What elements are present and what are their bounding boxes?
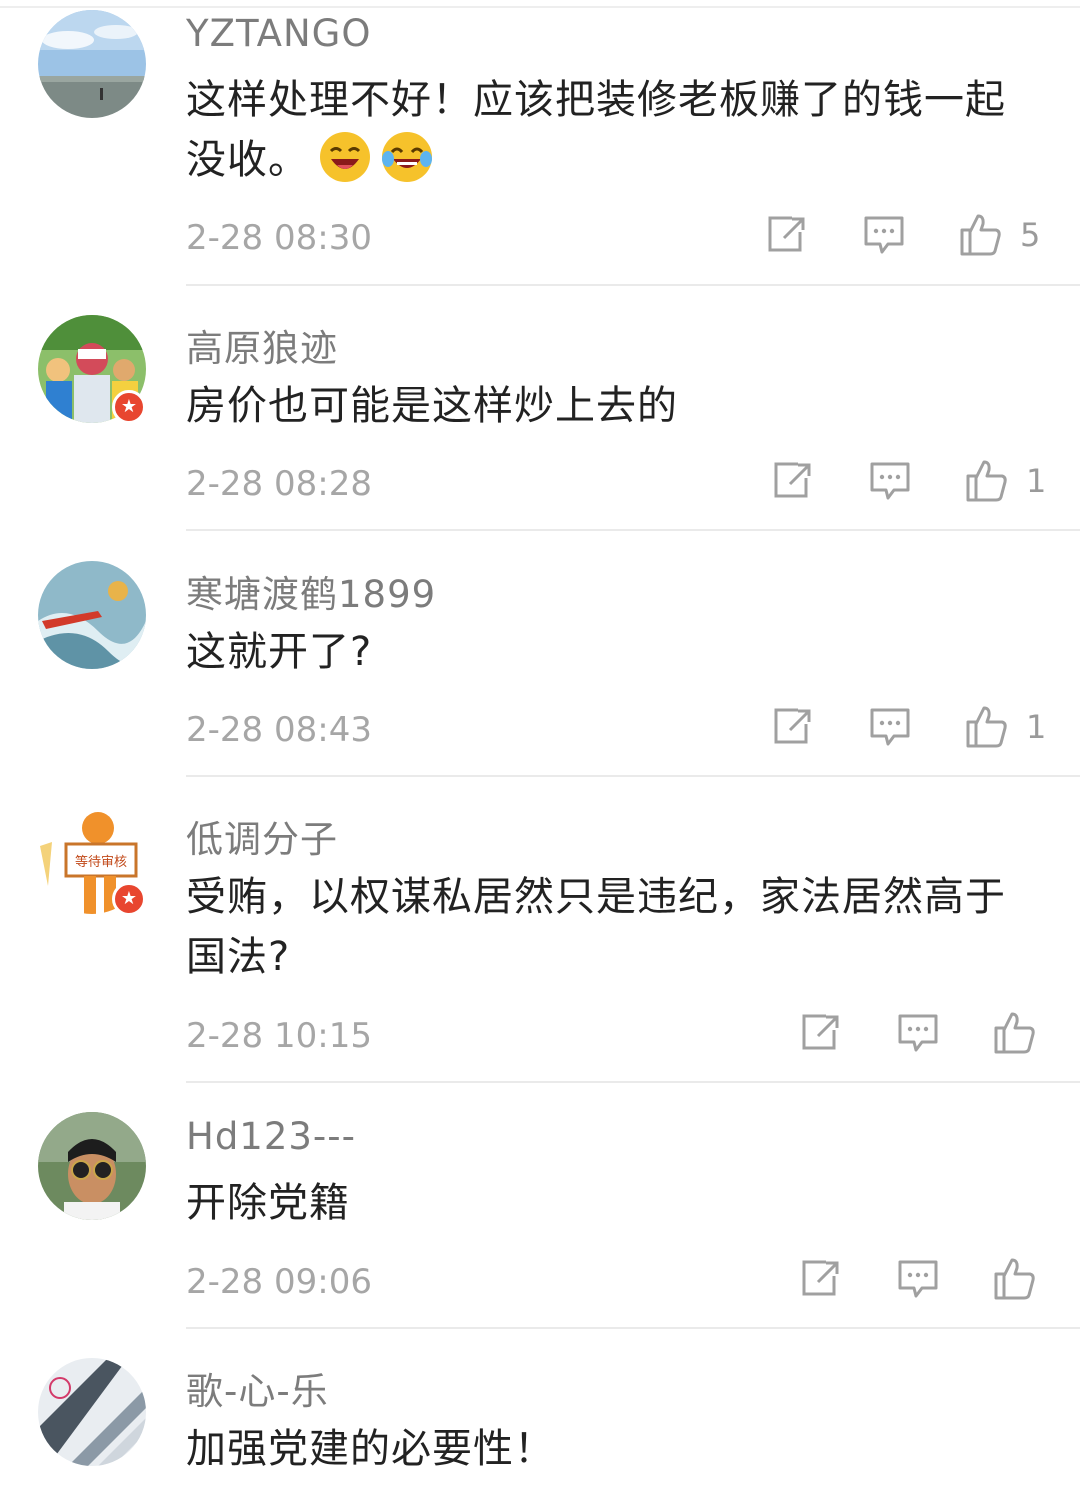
repost-icon[interactable]: [796, 1254, 848, 1306]
timestamp: 2-28 10:15: [186, 1016, 372, 1056]
comment-meta: 2-28 08:30 5: [0, 210, 1080, 270]
repost-icon[interactable]: [762, 210, 814, 262]
comment-text: 这样处理不好！应该把装修老板赚了的钱一起没收。: [186, 70, 1026, 190]
avatar[interactable]: [38, 1112, 146, 1220]
like-icon[interactable]: [956, 210, 1008, 262]
comment-text: 这就开了?: [186, 629, 373, 675]
username[interactable]: 低调分子: [186, 809, 338, 863]
timestamp: 2-28 09:06: [186, 1262, 372, 1302]
divider: [186, 529, 1080, 531]
tears-of-joy-emoji-icon: [381, 131, 433, 183]
repost-icon[interactable]: [768, 702, 820, 754]
laughing-emoji-icon: [319, 131, 371, 183]
reply-icon[interactable]: [894, 1008, 946, 1060]
timestamp: 2-28 08:28: [186, 464, 372, 504]
reply-icon[interactable]: [894, 1254, 946, 1306]
divider: [186, 1327, 1080, 1329]
comment-text: 开除党籍: [186, 1180, 350, 1226]
like-icon[interactable]: [962, 456, 1014, 508]
reply-icon[interactable]: [866, 702, 918, 754]
avatar[interactable]: [38, 1358, 146, 1466]
timestamp: 2-28 08:43: [186, 710, 372, 750]
like-icon[interactable]: [962, 702, 1014, 754]
comment-meta: 2-28 09:06: [0, 1254, 1080, 1314]
comment-text: 加强党建的必要性！: [186, 1426, 555, 1472]
like-icon[interactable]: [990, 1008, 1042, 1060]
avatar[interactable]: [38, 10, 146, 118]
divider: [186, 775, 1080, 777]
like-count: 5: [1020, 216, 1041, 254]
comment-text: 受贿，以权谋私居然只是违纪，家法居然高于国法?: [186, 874, 1006, 980]
comment-text: 房价也可能是这样炒上去的: [186, 383, 678, 429]
avatar-sign-text: 等待审核: [75, 854, 127, 870]
like-icon[interactable]: [990, 1254, 1042, 1306]
divider: [186, 1081, 1080, 1083]
comment-meta: 2-28 08:43 1: [0, 702, 1080, 762]
avatar[interactable]: [38, 561, 146, 669]
top-divider: [0, 6, 1080, 8]
timestamp: 2-28 08:30: [186, 218, 372, 258]
username[interactable]: 高原狼迹: [186, 318, 338, 372]
divider: [186, 284, 1080, 286]
username[interactable]: Hd123---: [186, 1115, 356, 1158]
comment-meta: 2-28 08:28 1: [0, 456, 1080, 516]
repost-icon[interactable]: [768, 456, 820, 508]
repost-icon[interactable]: [796, 1008, 848, 1060]
comment-text-content: 这样处理不好！应该把装修老板赚了的钱一起没收。: [186, 77, 1006, 183]
username[interactable]: YZTANGO: [186, 12, 371, 55]
reply-icon[interactable]: [860, 210, 912, 262]
verified-badge-icon: ★: [112, 882, 146, 916]
reply-icon[interactable]: [866, 456, 918, 508]
username[interactable]: 寒塘渡鹤1899: [186, 564, 436, 618]
verified-badge-icon: ★: [112, 390, 146, 424]
username[interactable]: 歌-心-乐: [186, 1361, 329, 1415]
comment-meta: 2-28 10:15: [0, 1008, 1080, 1068]
like-count: 1: [1026, 462, 1047, 500]
like-count: 1: [1026, 708, 1047, 746]
